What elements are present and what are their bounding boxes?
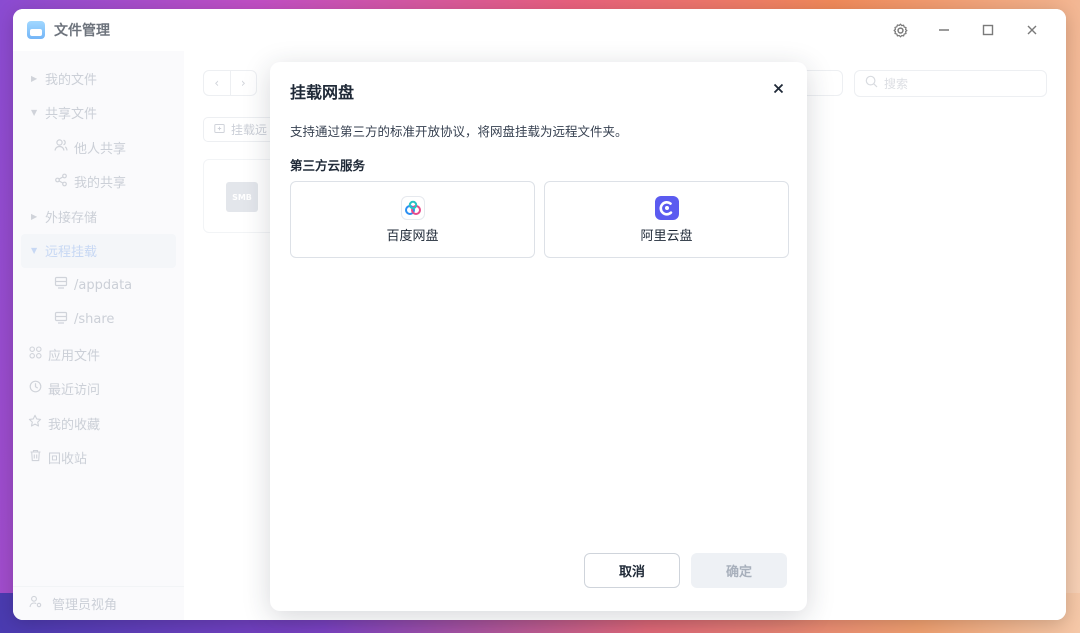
baidu-netdisk-icon [400,195,425,220]
baidu-netdisk-card[interactable]: 百度网盘 [290,181,535,258]
service-label: 百度网盘 [386,228,439,244]
confirm-button[interactable]: 确定 [691,553,787,588]
mount-cloud-dialog: 挂载网盘 支持通过第三方的标准开放协议，将网盘挂载为远程文件夹。 第三方云服务 … [270,62,807,611]
dialog-description: 支持通过第三方的标准开放协议，将网盘挂载为远程文件夹。 [290,124,628,139]
service-label: 阿里云盘 [640,228,693,244]
cancel-button[interactable]: 取消 [584,553,680,588]
close-icon [773,83,783,94]
aliyun-drive-icon [654,195,679,220]
aliyun-drive-card[interactable]: 阿里云盘 [544,181,789,258]
dialog-title: 挂载网盘 [290,83,355,102]
section-title: 第三方云服务 [290,158,366,173]
dialog-close-button[interactable] [769,79,787,98]
